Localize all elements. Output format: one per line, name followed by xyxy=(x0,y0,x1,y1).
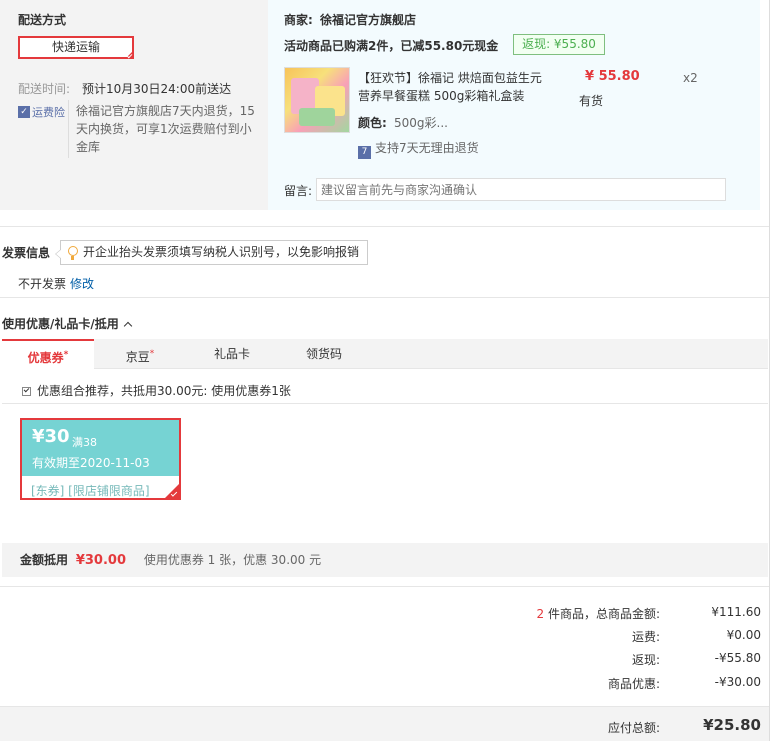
divider xyxy=(0,297,769,298)
invoice-tip-text: 开企业抬头发票须填写纳税人识别号，以免影响报销 xyxy=(83,245,360,259)
delivery-time-label: 配送时间: xyxy=(18,82,71,96)
invoice-title: 发票信息 xyxy=(2,246,51,260)
payable-value: ¥25.80 xyxy=(703,716,761,734)
page-edge xyxy=(769,0,770,741)
invoice-modify-link[interactable]: 修改 xyxy=(70,275,94,292)
freight-value: ¥0.00 xyxy=(726,628,761,642)
divider xyxy=(0,586,769,587)
invoice-status: 不开发票 xyxy=(18,277,67,291)
rebate-label: 返现: xyxy=(631,653,660,667)
product-stock: 有货 xyxy=(579,94,604,108)
product-title[interactable]: 【狂欢节】徐福记 烘焙面包益生元营养早餐蛋糕 500g彩箱礼盒装 xyxy=(358,69,550,105)
discount-toggle[interactable]: 使用优惠/礼品卡/抵用 xyxy=(2,315,133,332)
promo-text: 活动商品已购满2件，已减55.80元现金 xyxy=(284,39,499,53)
divider xyxy=(0,226,769,227)
tab-jingdou[interactable]: 京豆* xyxy=(102,339,178,369)
rebate-value: -¥55.80 xyxy=(714,651,761,665)
tab-coupon[interactable]: 优惠券* xyxy=(2,339,94,370)
invoice-tip: 开企业抬头发票须填写纳税人识别号，以免影响报销 xyxy=(55,240,368,265)
return-policy-text: 支持7天无理由退货 xyxy=(375,141,479,155)
product-image[interactable] xyxy=(284,67,350,133)
coupon-card[interactable]: ¥30 满38 有效期至2020-11-03 [东券] [限店铺限商品] xyxy=(20,418,181,500)
recommend-combo[interactable]: 优惠组合推荐，共抵用30.00元: 使用优惠券1张 xyxy=(22,382,291,399)
product-color-label: 颜色: xyxy=(358,116,387,130)
freight-insurance-label: 运费险 xyxy=(32,106,65,119)
return-policy: 7 支持7天无理由退货 xyxy=(358,139,479,159)
freight-insurance-badge[interactable]: ✓ 运费险 xyxy=(18,104,65,120)
message-input[interactable] xyxy=(316,178,726,201)
coupon-scope: [东券] [限店铺限商品] xyxy=(31,484,150,498)
goods-total-value: ¥111.60 xyxy=(711,605,761,619)
return-policy-icon: 7 xyxy=(358,146,371,159)
deduct-desc: 使用优惠券 1 张，优惠 30.00 元 xyxy=(143,553,322,567)
product-quantity: x2 xyxy=(683,71,698,85)
deduct-bar: 金额抵用 ¥30.00 使用优惠券 1 张，优惠 30.00 元 xyxy=(2,543,768,577)
shipping-title: 配送方式 xyxy=(18,13,67,27)
delivery-time-value: 预计10月30日24:00前送达 xyxy=(82,82,232,96)
freight-insurance-desc: 徐福记官方旗舰店7天内退货，15天内换货，可享1次运费赔付到小金库 xyxy=(76,104,255,154)
divider xyxy=(68,100,69,158)
payable-label: 应付总额: xyxy=(607,721,660,735)
coupon-limit: 满38 xyxy=(72,436,97,449)
shield-icon: ✓ xyxy=(18,106,30,118)
lightbulb-icon xyxy=(68,246,78,260)
product-discount-label: 商品优惠: xyxy=(607,677,660,691)
goods-total-label: 2 件商品，总商品金额: xyxy=(536,607,660,621)
recommend-text: 优惠组合推荐，共抵用30.00元: 使用优惠券1张 xyxy=(37,384,291,398)
shipping-method-label: 快递运输 xyxy=(51,40,100,54)
product-color-value: 500g彩... xyxy=(394,116,448,130)
merchant-label: 商家: xyxy=(284,13,313,27)
discount-tabs: 优惠券* 京豆* 礼品卡 领货码 xyxy=(2,339,768,370)
message-label: 留言: xyxy=(284,184,313,198)
coupon-valid: 有效期至2020-11-03 xyxy=(32,456,150,470)
freight-label: 运费: xyxy=(631,630,660,644)
tab-redeem-code[interactable]: 领货码 xyxy=(286,339,362,369)
divider xyxy=(2,403,768,404)
coupon-amount: ¥30 xyxy=(32,426,70,447)
product-price: ¥ 55.80 xyxy=(585,69,640,84)
tab-gift-card[interactable]: 礼品卡 xyxy=(192,339,272,369)
rebate-tag: 返现: ¥55.80 xyxy=(513,34,605,55)
product-discount-value: -¥30.00 xyxy=(714,675,761,689)
chevron-up-icon xyxy=(123,321,133,331)
merchant-name[interactable]: 徐福记官方旗舰店 xyxy=(320,11,416,28)
recommend-checkbox[interactable] xyxy=(22,387,31,396)
deduct-label: 金额抵用 xyxy=(20,553,69,567)
deduct-value: ¥30.00 xyxy=(75,553,127,568)
discount-title: 使用优惠/礼品卡/抵用 xyxy=(2,317,119,331)
shipping-method-express-button[interactable]: 快递运输 xyxy=(18,36,134,59)
